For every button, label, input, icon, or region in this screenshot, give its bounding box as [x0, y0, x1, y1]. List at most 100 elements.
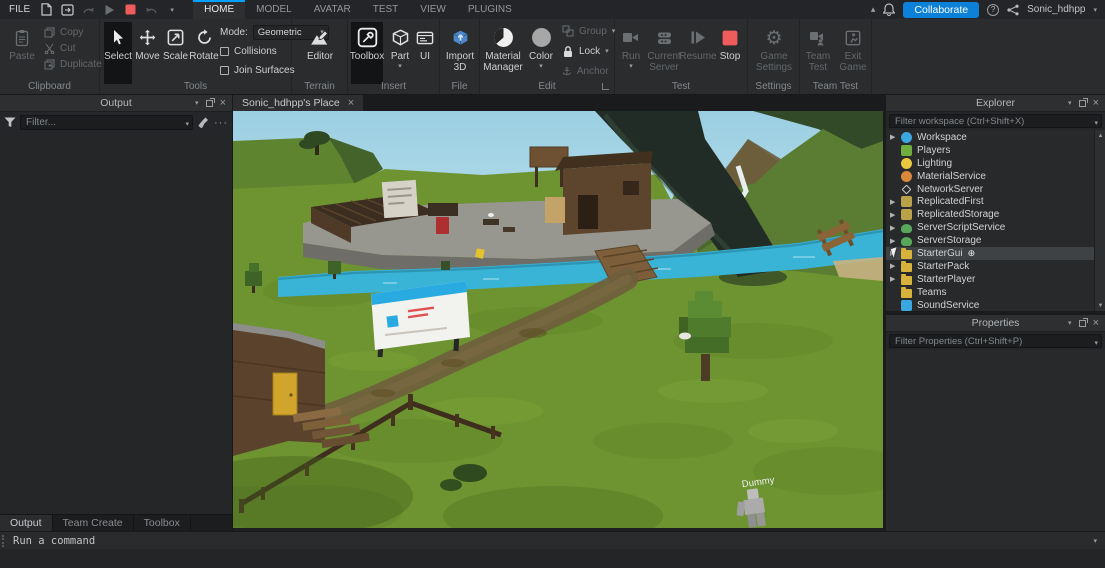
- explorer-item-Lighting[interactable]: Lighting: [886, 157, 1105, 170]
- tab-model[interactable]: MODEL: [245, 0, 303, 19]
- explorer-filter-input[interactable]: [889, 114, 1102, 128]
- material-manager-button[interactable]: Material Manager: [482, 22, 524, 73]
- explorer-close-icon[interactable]: ×: [1093, 98, 1099, 108]
- scroll-up-icon[interactable]: ▲: [1095, 130, 1105, 141]
- explorer-item-Players[interactable]: Players: [886, 144, 1105, 157]
- current-server-button[interactable]: Current Server: [648, 22, 680, 73]
- exit-game-button[interactable]: Exit Game: [838, 22, 868, 73]
- collaborate-button[interactable]: Collaborate: [903, 2, 979, 18]
- group-button[interactable]: Group▾: [562, 23, 615, 39]
- properties-filter-caret-icon[interactable]: ▾: [1094, 339, 1098, 347]
- redo-icon[interactable]: [81, 2, 95, 17]
- paste-button[interactable]: Paste: [6, 22, 38, 62]
- select-tool-button[interactable]: Select: [104, 22, 132, 84]
- tab-plugins[interactable]: PLUGINS: [457, 0, 523, 19]
- output-collapse-icon[interactable]: ▾: [195, 99, 199, 107]
- output-more-options[interactable]: ···: [214, 117, 228, 129]
- output-undock-icon[interactable]: [206, 100, 213, 107]
- game-settings-button[interactable]: ⚙ Game Settings: [754, 22, 794, 73]
- output-close-icon[interactable]: ×: [220, 98, 226, 108]
- expander-icon[interactable]: ▶: [890, 211, 901, 219]
- explorer-item-Workspace[interactable]: ▶Workspace: [886, 131, 1105, 144]
- filter-funnel-icon[interactable]: [4, 117, 16, 128]
- output-filter-caret-icon[interactable]: ▾: [185, 120, 189, 128]
- explorer-scrollbar[interactable]: ▲ ▼: [1094, 130, 1105, 311]
- explorer-item-SoundService[interactable]: SoundService: [886, 299, 1105, 311]
- quick-access-caret-icon[interactable]: ▾: [165, 2, 179, 17]
- properties-collapse-icon[interactable]: ▾: [1068, 319, 1072, 327]
- properties-filter-input[interactable]: [889, 334, 1102, 348]
- save-icon[interactable]: [60, 2, 74, 17]
- toolbox-button[interactable]: Toolbox: [351, 22, 383, 84]
- scale-tool-button[interactable]: Scale: [162, 22, 189, 62]
- rotate-tool-button[interactable]: Rotate: [190, 22, 218, 62]
- import-3d-button[interactable]: Import 3D: [442, 22, 478, 73]
- add-instance-icon[interactable]: ⊕: [968, 248, 976, 259]
- tab-avatar[interactable]: AVATAR: [303, 0, 362, 19]
- exit-game-icon: [845, 24, 861, 51]
- explorer-item-ServerStorage[interactable]: ▶ServerStorage: [886, 234, 1105, 247]
- lock-button[interactable]: Lock▾: [562, 43, 615, 59]
- explorer-item-MaterialService[interactable]: MaterialService: [886, 170, 1105, 183]
- copy-button[interactable]: Copy: [44, 24, 102, 40]
- cut-button[interactable]: Cut: [44, 40, 102, 56]
- collapse-ribbon-icon[interactable]: ▴: [871, 4, 876, 15]
- explorer-filter-caret-icon[interactable]: ▾: [1094, 119, 1098, 127]
- explorer-item-Teams[interactable]: Teams: [886, 286, 1105, 299]
- explorer-item-StarterGui[interactable]: ▶StarterGui⊕: [886, 247, 1105, 260]
- part-button[interactable]: Part ▾: [387, 22, 413, 70]
- scroll-down-icon[interactable]: ▼: [1095, 300, 1105, 311]
- resume-button[interactable]: Resume: [682, 22, 714, 62]
- explorer-item-ReplicatedStorage[interactable]: ▶ReplicatedStorage: [886, 208, 1105, 221]
- output-log-area[interactable]: [0, 133, 232, 514]
- username-label[interactable]: Sonic_hdhpp: [1027, 4, 1085, 15]
- output-filter-input[interactable]: [20, 115, 193, 130]
- dock-tab-team-create[interactable]: Team Create: [53, 515, 134, 531]
- anchor-button[interactable]: ⚓Anchor: [562, 63, 615, 79]
- expander-icon[interactable]: ▶: [890, 262, 901, 270]
- file-menu[interactable]: FILE: [0, 0, 39, 19]
- dock-tab-output[interactable]: Output: [0, 515, 53, 531]
- stop-icon[interactable]: [123, 2, 137, 17]
- expander-icon[interactable]: ▶: [890, 275, 901, 283]
- properties-close-icon[interactable]: ×: [1093, 318, 1099, 328]
- command-bar-grip[interactable]: [2, 535, 7, 547]
- tab-view[interactable]: VIEW: [409, 0, 457, 19]
- expander-icon[interactable]: ▶: [890, 198, 901, 206]
- viewport-tab[interactable]: Sonic_hdhpp's Place ×: [233, 95, 363, 111]
- viewport-3d[interactable]: Dummy: [233, 111, 883, 528]
- explorer-collapse-icon[interactable]: ▾: [1068, 99, 1072, 107]
- team-test-button[interactable]: Team Test: [802, 22, 834, 73]
- command-bar-caret-icon[interactable]: ▾: [1093, 537, 1105, 545]
- properties-undock-icon[interactable]: [1079, 320, 1086, 327]
- clear-output-broom-icon[interactable]: [197, 116, 210, 129]
- expander-icon[interactable]: ▶: [890, 133, 901, 141]
- run-button[interactable]: Run ▾: [617, 22, 645, 70]
- dock-tab-toolbox[interactable]: Toolbox: [134, 515, 191, 531]
- duplicate-button[interactable]: Duplicate: [44, 56, 102, 72]
- expander-icon[interactable]: ▶: [890, 224, 901, 232]
- explorer-item-ServerScriptService[interactable]: ▶ServerScriptService: [886, 221, 1105, 234]
- explorer-item-StarterPlayer[interactable]: ▶StarterPlayer: [886, 273, 1105, 286]
- expander-icon[interactable]: ▶: [890, 237, 901, 245]
- explorer-item-ReplicatedFirst[interactable]: ▶ReplicatedFirst: [886, 195, 1105, 208]
- viewport-tab-close-icon[interactable]: ×: [348, 98, 354, 108]
- workspace-icon: [901, 132, 912, 143]
- ui-button[interactable]: UI: [414, 22, 436, 62]
- color-button[interactable]: Color ▾: [526, 22, 556, 70]
- undo-icon[interactable]: [144, 2, 158, 17]
- terrain-editor-button[interactable]: Editor: [303, 22, 337, 62]
- explorer-item-NetworkServer[interactable]: NetworkServer: [886, 183, 1105, 196]
- stop-test-button[interactable]: Stop: [716, 22, 744, 62]
- move-tool-button[interactable]: Move: [134, 22, 161, 62]
- tab-home[interactable]: HOME: [193, 0, 245, 19]
- tab-test[interactable]: TEST: [362, 0, 410, 19]
- explorer-undock-icon[interactable]: [1079, 100, 1086, 107]
- share-icon[interactable]: [1007, 4, 1019, 16]
- explorer-item-StarterPack[interactable]: ▶StarterPack: [886, 260, 1105, 273]
- notifications-bell-icon[interactable]: [883, 3, 895, 16]
- new-file-icon[interactable]: [39, 2, 53, 17]
- help-icon[interactable]: ?: [987, 4, 999, 16]
- command-bar-input[interactable]: [11, 534, 411, 548]
- play-icon[interactable]: [102, 2, 116, 17]
